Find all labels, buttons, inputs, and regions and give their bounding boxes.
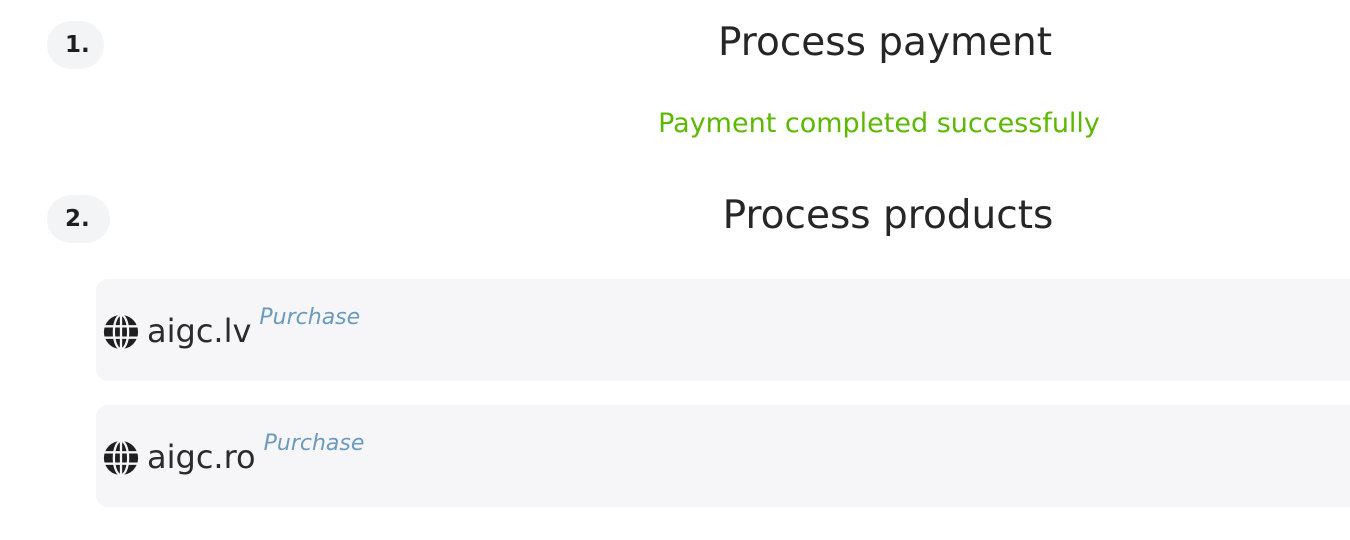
domain-name: aigc.lv (147, 312, 252, 350)
domain-name: aigc.ro (147, 438, 256, 476)
purchase-link[interactable]: Purchase (264, 429, 365, 459)
product-card: aigc.lv Purchase (96, 279, 1350, 381)
globe-icon (103, 439, 139, 477)
product-row: aigc.ro Purchase (102, 431, 364, 479)
step-number-badge: 2. (47, 195, 110, 243)
step-title-products: Process products (722, 193, 1054, 238)
globe-icon (103, 313, 139, 351)
product-card: aigc.ro Purchase (96, 405, 1350, 507)
payment-status-text: Payment completed successfully (658, 108, 1100, 139)
checkout-progress-page: 1. Process payment Payment completed suc… (0, 0, 1350, 540)
step-title-payment: Process payment (717, 20, 1053, 65)
purchase-link[interactable]: Purchase (259, 303, 360, 333)
product-row: aigc.lv Purchase (102, 305, 360, 353)
step-number-badge: 1. (47, 21, 104, 69)
